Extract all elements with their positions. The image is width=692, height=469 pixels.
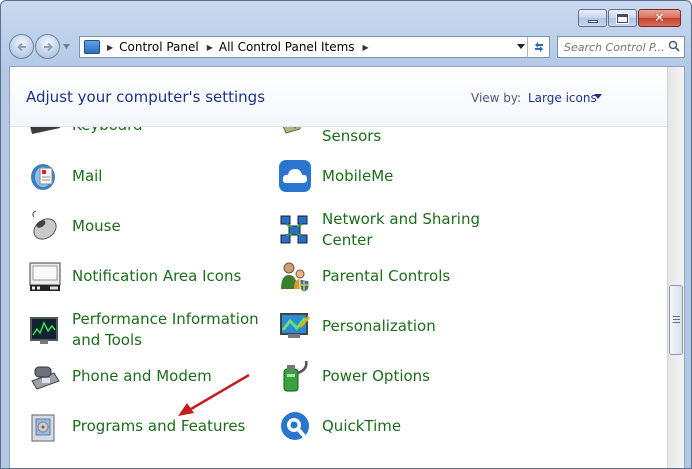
grip-line — [673, 322, 680, 323]
item-notification-area-icons[interactable]: Notification Area Icons — [28, 259, 272, 293]
search-box[interactable] — [557, 36, 685, 58]
programs-icon — [28, 409, 62, 443]
close-button[interactable]: ✕ — [638, 9, 681, 27]
breadcrumb-control-panel[interactable]: Control Panel — [119, 40, 199, 54]
caption-buttons: ✕ — [578, 9, 681, 27]
item-label[interactable]: Programs and Features — [72, 416, 272, 437]
chevron-down-icon — [517, 44, 525, 49]
quicktime-icon — [278, 409, 312, 443]
item-programs-and-features[interactable]: Programs and Features — [28, 409, 272, 443]
search-icon[interactable] — [668, 40, 680, 52]
item-performance-information[interactable]: Performance Information and Tools — [28, 309, 272, 351]
item-quicktime[interactable]: QuickTime — [278, 409, 522, 443]
item-mobileme[interactable]: MobileMe — [278, 159, 522, 193]
item-label[interactable]: Performance Information and Tools — [72, 309, 272, 351]
search-input[interactable] — [564, 40, 664, 54]
minimize-button[interactable] — [578, 9, 607, 27]
address-dropdown[interactable] — [517, 42, 525, 52]
mouse-icon — [28, 209, 62, 243]
navigation-buttons — [9, 34, 70, 59]
item-label[interactable]: Keyboard — [72, 127, 272, 136]
parental-controls-icon — [278, 259, 312, 293]
forward-button[interactable] — [35, 34, 60, 59]
control-panel-items: Keyboard Mail — [10, 127, 668, 468]
refresh-button[interactable] — [527, 37, 549, 57]
close-icon: ✕ — [654, 10, 665, 26]
refresh-icon — [534, 42, 543, 52]
breadcrumb-separator[interactable]: ▶ — [107, 43, 113, 52]
content-pane: Adjust your computer's settings View by:… — [9, 66, 685, 468]
back-arrow-icon — [16, 42, 26, 51]
page-title: Adjust your computer's settings — [26, 88, 266, 106]
control-panel-icon — [84, 40, 100, 54]
item-label[interactable]: Notification Area Icons — [72, 266, 272, 287]
notification-icon — [28, 259, 62, 293]
item-power-options[interactable]: Power Options — [278, 359, 522, 393]
item-label[interactable]: Phone and Modem — [72, 366, 272, 387]
item-label[interactable]: Personalization — [322, 316, 522, 337]
grip-line — [673, 319, 680, 320]
phone-icon — [28, 359, 62, 393]
address-bar[interactable]: ▶ Control Panel ▶ All Control Panel Item… — [79, 36, 550, 58]
breadcrumb-all-items[interactable]: All Control Panel Items — [219, 40, 355, 54]
recent-pages-dropdown[interactable] — [63, 42, 70, 52]
keyboard-icon — [28, 127, 62, 142]
item-label[interactable]: Power Options — [322, 366, 522, 387]
vertical-scrollbar[interactable] — [667, 67, 684, 468]
forward-arrow-icon — [43, 42, 53, 51]
network-icon — [278, 213, 312, 247]
mail-icon — [28, 159, 62, 193]
chevron-down-icon[interactable] — [594, 94, 602, 99]
item-phone-and-modem[interactable]: Phone and Modem — [28, 359, 272, 393]
maximize-button[interactable] — [608, 9, 637, 27]
breadcrumb-separator[interactable]: ▶ — [207, 43, 213, 52]
item-label[interactable]: Parental Controls — [322, 266, 522, 287]
personalization-icon — [278, 309, 312, 343]
power-icon — [278, 359, 312, 393]
sensors-icon — [278, 127, 312, 153]
chevron-down-icon — [63, 43, 70, 49]
breadcrumb-separator[interactable]: ▶ — [363, 43, 369, 52]
item-sensors[interactable]: Sensors — [278, 127, 522, 153]
item-label[interactable]: Mouse — [72, 216, 272, 237]
item-network-and-sharing-center[interactable]: Network and Sharing Center — [278, 209, 522, 251]
item-label[interactable]: Network and Sharing Center — [322, 209, 522, 251]
item-keyboard[interactable]: Keyboard — [28, 127, 272, 142]
item-personalization[interactable]: Personalization — [278, 309, 522, 343]
performance-icon — [28, 313, 62, 347]
item-parental-controls[interactable]: Parental Controls — [278, 259, 522, 293]
item-mail[interactable]: Mail — [28, 159, 272, 193]
item-label[interactable]: Sensors — [322, 127, 522, 147]
grip-line — [673, 316, 680, 317]
item-mouse[interactable]: Mouse — [28, 209, 272, 243]
view-by-label: View by: — [471, 91, 522, 105]
back-button[interactable] — [9, 34, 34, 59]
view-by-dropdown[interactable]: Large icons — [528, 91, 597, 105]
item-label[interactable]: Mail — [72, 166, 272, 187]
minimize-icon — [587, 19, 598, 23]
cloud-icon — [278, 159, 312, 193]
scrollbar-thumb[interactable] — [669, 285, 683, 355]
item-label[interactable]: QuickTime — [322, 416, 522, 437]
control-panel-window: ✕ ▶ Control Panel ▶ All Control Panel It… — [0, 0, 692, 469]
maximize-icon — [616, 12, 629, 24]
item-label[interactable]: MobileMe — [322, 166, 522, 187]
content-header: Adjust your computer's settings View by:… — [10, 67, 668, 127]
